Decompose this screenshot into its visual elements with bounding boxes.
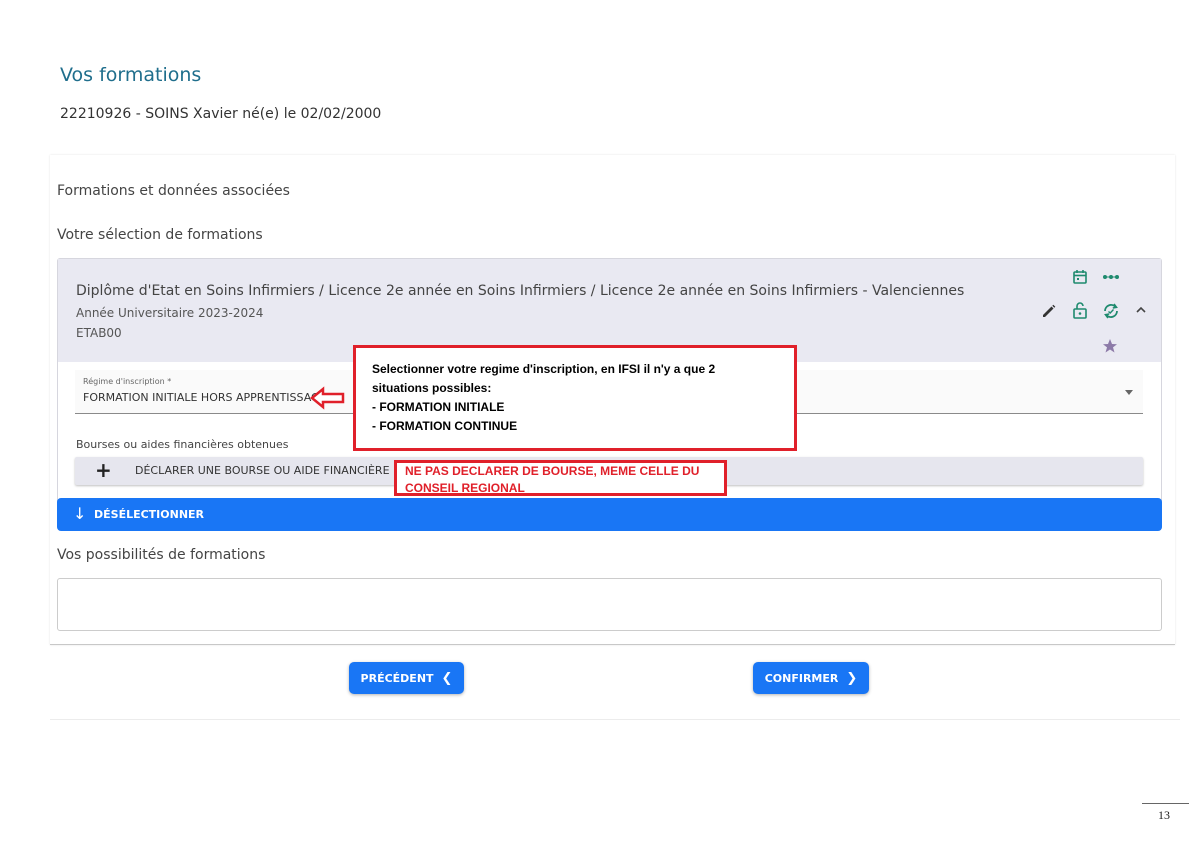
plus-icon: + [95, 458, 112, 482]
previous-label: PRÉCÉDENT [360, 671, 434, 685]
bourse-warning-line: CONSEIL REGIONAL [405, 481, 525, 495]
formation-year: Année Universitaire 2023-2024 [76, 306, 264, 320]
regime-annotation-line: Selectionner votre regime d'inscription,… [372, 362, 716, 376]
previous-button[interactable]: PRÉCÉDENT ❮ [349, 662, 464, 694]
chevron-right-icon: ❯ [846, 670, 858, 686]
regime-caption: Régime d'inscription * [83, 377, 172, 386]
bourse-warning-box: NE PAS DECLARER DE BOURSE, MEME CELLE DU… [394, 460, 727, 496]
edit-pencil-icon[interactable] [1041, 303, 1057, 319]
more-dots-icon[interactable] [1102, 272, 1120, 282]
arrow-down-icon: ↓ [73, 504, 87, 523]
page-number: 13 [1158, 808, 1170, 822]
regime-annotation-line: situations possibles: [372, 381, 492, 395]
page-title: Vos formations [60, 64, 202, 86]
possibilites-section-title: Vos possibilités de formations [57, 547, 266, 563]
bourse-warning-text: NE PAS DECLARER DE BOURSE, MEME CELLE DU… [405, 463, 699, 497]
bourses-label: Bourses ou aides financières obtenues [76, 438, 289, 451]
confirm-label: CONFIRMER [764, 671, 839, 685]
declare-bourse-label: DÉCLARER UNE BOURSE OU AIDE FINANCIÈRE [135, 464, 390, 477]
possibilites-list [57, 578, 1162, 631]
regime-annotation-text: Selectionner votre regime d'inscription,… [372, 360, 715, 436]
regime-annotation-line: - FORMATION CONTINUE [372, 419, 518, 433]
chevron-up-icon[interactable] [1135, 305, 1147, 315]
selection-section-title: Votre sélection de formations [57, 227, 263, 243]
formation-title: Diplôme d'Etat en Soins Infirmiers / Lic… [76, 283, 965, 299]
regime-annotation-line: - FORMATION INITIALE [372, 400, 505, 414]
page-number-rule [1142, 803, 1189, 804]
footer-divider [50, 719, 1180, 720]
star-icon[interactable] [1102, 338, 1118, 354]
dropdown-arrow-icon[interactable] [1125, 390, 1133, 395]
confirm-button[interactable]: CONFIRMER ❯ [753, 662, 869, 694]
student-identity: 22210926 - SOINS Xavier né(e) le 02/02/2… [60, 106, 382, 122]
deselect-button[interactable]: ↓ DÉSÉLECTIONNER [57, 498, 1162, 531]
red-pointer-arrow-icon [310, 386, 346, 414]
chevron-left-icon: ❮ [441, 670, 453, 686]
regime-annotation-box: Selectionner votre regime d'inscription,… [353, 345, 797, 451]
calendar-icon[interactable] [1072, 269, 1088, 285]
deselect-label: DÉSÉLECTIONNER [94, 508, 205, 521]
lock-open-icon[interactable] [1072, 301, 1088, 319]
formations-section-title: Formations et données associées [57, 183, 290, 199]
regime-value: FORMATION INITIALE HORS APPRENTISSAGE [83, 391, 327, 404]
bourse-warning-line: NE PAS DECLARER DE BOURSE, MEME CELLE DU [405, 464, 700, 478]
formation-etab: ETAB00 [76, 326, 122, 340]
sync-icon[interactable] [1102, 302, 1120, 320]
